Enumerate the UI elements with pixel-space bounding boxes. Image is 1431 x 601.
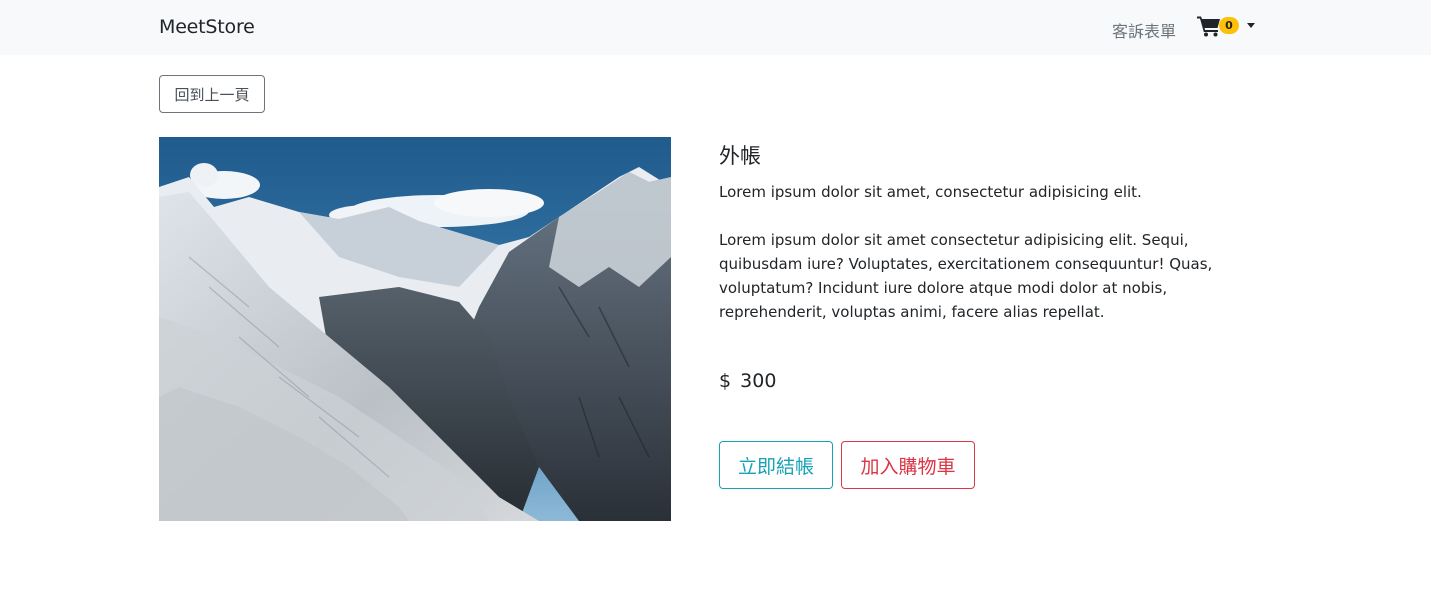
add-to-cart-button[interactable]: 加入購物車: [841, 441, 975, 489]
cart-icon: [1197, 16, 1220, 37]
price-currency-symbol: $: [719, 370, 732, 392]
cart-count-badge: 0: [1219, 17, 1239, 34]
brand-logo[interactable]: MeetStore: [159, 16, 255, 38]
product-summary: Lorem ipsum dolor sit amet, consectetur …: [719, 183, 1142, 201]
checkout-button[interactable]: 立即結帳: [719, 441, 833, 489]
nav-link-complaint-form[interactable]: 客訴表單: [1112, 18, 1176, 42]
navbar: MeetStore 客訴表單 0: [0, 0, 1431, 55]
product-image: [159, 137, 671, 521]
price-amount: 300: [740, 370, 777, 392]
back-button[interactable]: 回到上一頁: [159, 75, 265, 113]
product-description: Lorem ipsum dolor sit amet consectetur a…: [719, 231, 1213, 321]
chevron-down-icon: [1247, 23, 1255, 28]
product-title: 外帳: [719, 144, 761, 168]
mountain-photo: [159, 137, 671, 521]
cart-dropdown-toggle[interactable]: 0: [1197, 14, 1259, 40]
product-price: $ 300: [719, 370, 776, 392]
